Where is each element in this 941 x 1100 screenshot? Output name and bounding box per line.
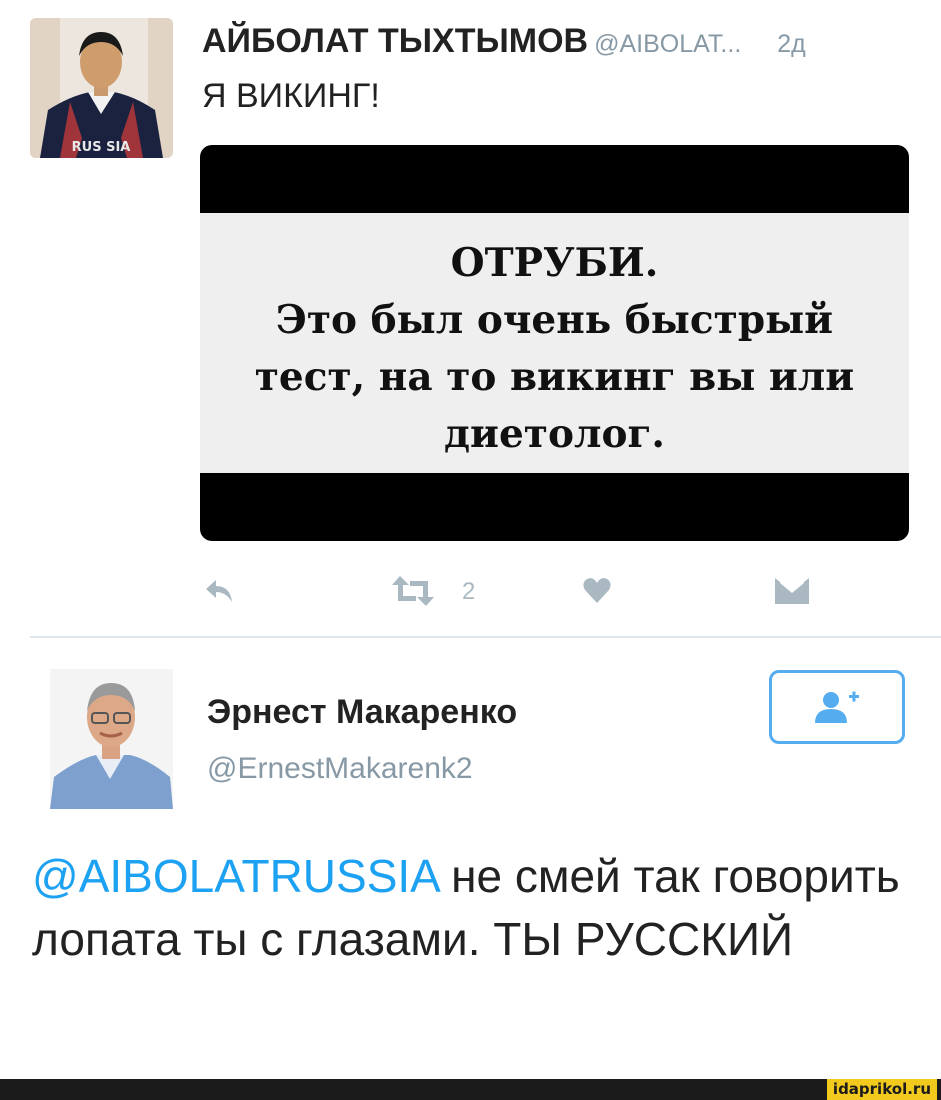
media-line-3: тест, на то викинг вы или xyxy=(254,354,855,400)
watermark-logo: idaprikol.ru xyxy=(826,1079,937,1100)
media-line-4: диетолог. xyxy=(444,411,665,457)
svg-text:RUS SIA: RUS SIA xyxy=(72,140,131,155)
author-handle[interactable]: @AIBOLAT... xyxy=(594,30,741,58)
media-line-1: ОТРУБИ. xyxy=(450,240,659,286)
author-name[interactable]: Эрнест Макаренко xyxy=(207,693,517,732)
heart-icon[interactable] xyxy=(582,577,612,605)
timestamp[interactable]: 2д xyxy=(777,30,806,58)
tweet-text: @AIBOLATRUSSIA не смей так говорить лопа… xyxy=(32,845,912,971)
media-line-2: Это был очень быстрый xyxy=(275,297,834,343)
envelope-icon[interactable] xyxy=(773,576,811,606)
tweet-actions: 2 xyxy=(0,572,941,622)
watermark-bar: idaprikol.ru xyxy=(0,1079,941,1100)
tweet-media-image[interactable]: ОТРУБИ. Это был очень быстрый тест, на т… xyxy=(200,145,909,541)
add-user-icon xyxy=(815,691,859,723)
follow-button[interactable] xyxy=(769,670,905,744)
retweet-icon[interactable] xyxy=(390,574,436,608)
divider xyxy=(30,636,941,638)
author-handle[interactable]: @ErnestMakarenk2 xyxy=(207,752,473,786)
tweet-1-header: АЙБОЛАТ ТЫХТЫМОВ @AIBOLAT... 2д xyxy=(202,22,806,61)
avatar[interactable] xyxy=(50,669,173,809)
avatar-photo-aibolat: RUS SIA xyxy=(30,18,173,158)
avatar-photo-ernest xyxy=(50,669,173,809)
author-name[interactable]: АЙБОЛАТ ТЫХТЫМОВ xyxy=(202,22,588,60)
retweet-count: 2 xyxy=(462,578,476,605)
reply-icon[interactable] xyxy=(202,576,236,606)
tweet-text: Я ВИКИНГ! xyxy=(202,77,380,115)
avatar[interactable]: RUS SIA xyxy=(30,18,173,158)
mention-link[interactable]: @AIBOLATRUSSIA xyxy=(32,850,438,902)
media-text-panel: ОТРУБИ. Это был очень быстрый тест, на т… xyxy=(200,213,909,473)
